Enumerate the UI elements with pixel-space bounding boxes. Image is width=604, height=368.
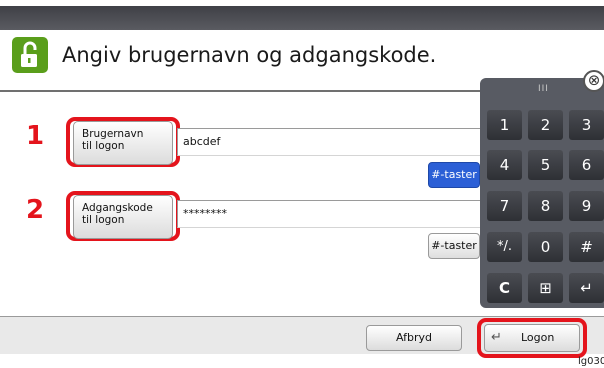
close-keypad-icon[interactable]: ⊗ bbox=[583, 70, 604, 92]
key-5[interactable]: 5 bbox=[528, 150, 563, 180]
step-marker-2: 2 bbox=[26, 195, 45, 225]
key-0[interactable]: 0 bbox=[528, 232, 563, 262]
step-marker-1: 1 bbox=[26, 121, 45, 151]
enter-arrow-icon: ↵ bbox=[491, 330, 502, 345]
key-7[interactable]: 7 bbox=[487, 191, 522, 221]
figure-id: lg030 bbox=[578, 356, 604, 367]
key-6[interactable]: 6 bbox=[569, 150, 604, 180]
username-field-button[interactable]: Brugernavn til logon bbox=[73, 121, 173, 165]
key-clear[interactable]: C bbox=[487, 273, 522, 303]
logon-button[interactable]: ↵ Logon bbox=[484, 324, 580, 352]
key-1[interactable]: 1 bbox=[487, 110, 522, 140]
unlock-icon bbox=[12, 37, 48, 73]
key-4[interactable]: 4 bbox=[487, 150, 522, 180]
password-input[interactable]: ******** bbox=[177, 200, 480, 228]
key-8[interactable]: 8 bbox=[528, 191, 563, 221]
key-9[interactable]: 9 bbox=[569, 191, 604, 221]
password-button-label-2: til logon bbox=[82, 214, 125, 226]
top-bar bbox=[0, 6, 604, 30]
cancel-button[interactable]: Afbryd bbox=[366, 325, 462, 351]
key-3[interactable]: 3 bbox=[569, 110, 604, 140]
key-enter-icon[interactable]: ↵ bbox=[569, 273, 604, 303]
key-hash[interactable]: # bbox=[569, 232, 604, 262]
password-keys-button[interactable]: #-taster bbox=[428, 233, 480, 259]
keypad-drag-handle[interactable]: III bbox=[538, 84, 549, 94]
username-keys-button[interactable]: #-taster bbox=[428, 162, 480, 188]
username-button-label-2: til logon bbox=[82, 140, 125, 152]
password-field-button[interactable]: Adgangskode til logon bbox=[73, 195, 173, 239]
logon-button-label: Logon bbox=[521, 331, 555, 344]
keypad-toggle-icon[interactable]: ⊞ bbox=[528, 273, 563, 303]
username-button-label-1: Brugernavn bbox=[82, 128, 144, 140]
password-button-label-1: Adgangskode bbox=[82, 202, 153, 214]
key-2[interactable]: 2 bbox=[528, 110, 563, 140]
page-title: Angiv brugernavn og adgangskode. bbox=[62, 43, 437, 67]
username-input[interactable]: abcdef bbox=[177, 128, 480, 156]
key-star-dot[interactable]: */. bbox=[487, 232, 522, 262]
